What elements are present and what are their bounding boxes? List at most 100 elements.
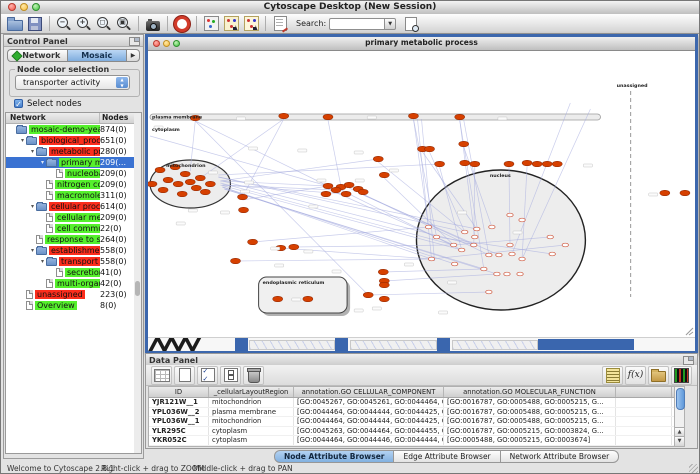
table-cell[interactable]: cytoplasm (209, 427, 294, 436)
table-cell[interactable]: mitochondrion (209, 446, 294, 447)
window-resize-grip[interactable] (689, 464, 698, 473)
table-cell[interactable]: YPL036W__2 (149, 408, 209, 417)
network-node[interactable] (542, 161, 552, 167)
tree-row[interactable]: ▾metabolic process280(0) (6, 146, 134, 157)
expand-arrow-icon[interactable]: ▾ (39, 258, 46, 265)
network-node[interactable] (363, 292, 373, 298)
network-node[interactable] (522, 160, 532, 166)
tab-overflow-button[interactable] (126, 49, 140, 62)
tree-header-network[interactable]: Network (6, 113, 100, 123)
table-cell[interactable]: [GO:0005488, GO:0005215, GO:0003674] (444, 436, 616, 445)
search-input[interactable] (329, 18, 385, 30)
network-node[interactable] (378, 269, 388, 275)
table-cell[interactable]: YLR295C (149, 427, 209, 436)
table-cell[interactable] (616, 398, 672, 407)
annotation-icon[interactable] (271, 15, 289, 33)
network-node[interactable] (459, 141, 469, 147)
column-header[interactable]: _cellularLayoutRegion (209, 387, 294, 397)
network-node[interactable] (435, 161, 445, 167)
table-cell[interactable]: YJR121W__1 (149, 398, 209, 407)
network-node[interactable] (323, 114, 333, 120)
table-cell[interactable]: YPL036W__1 (149, 417, 209, 426)
table-row[interactable]: YKR052Ccytoplasm[GO:0044464, GO:0044446,… (149, 436, 682, 446)
node-color-dropdown[interactable]: transporter activity (15, 75, 130, 90)
tree-row[interactable]: unassigned223(0) (6, 289, 134, 300)
table-cell[interactable] (616, 417, 672, 426)
network-node[interactable] (509, 252, 515, 256)
network-node[interactable] (472, 235, 478, 239)
view-zoom-button[interactable] (173, 40, 180, 47)
network-node[interactable] (248, 239, 258, 245)
network-node[interactable] (238, 207, 248, 213)
network-edge[interactable] (195, 121, 368, 295)
network-node[interactable] (341, 191, 351, 197)
network-node[interactable] (321, 191, 331, 197)
network-node[interactable] (379, 172, 389, 178)
table-cell[interactable]: [GO:0045267, GO:0045261, GO:0044464, G..… (294, 398, 444, 407)
network-node[interactable] (158, 187, 168, 193)
table-row[interactable]: YLR295Ccytoplasm[GO:0045263, GO:0044464,… (149, 427, 682, 437)
network-node[interactable] (450, 243, 456, 247)
tree-row[interactable]: ▾transport558(0) (6, 256, 134, 267)
network-node[interactable] (273, 296, 283, 302)
network-node[interactable] (279, 113, 289, 119)
table-cell[interactable]: cytoplasm (209, 436, 294, 445)
network-edge[interactable] (328, 120, 341, 187)
tree-row[interactable]: Overview8(0) (6, 300, 134, 311)
tree-scrollbar[interactable] (134, 112, 142, 454)
network-node[interactable] (532, 161, 542, 167)
tab-node-attribute-browser[interactable]: Node Attribute Browser (274, 450, 394, 463)
network-node[interactable] (191, 185, 201, 191)
vizmapper-icon[interactable] (202, 15, 220, 33)
table-cell[interactable]: [GO:0044464, GO:0044444, GO:0044425, G..… (294, 417, 444, 426)
tab-network-attribute-browser[interactable]: Network Attribute Browser (501, 450, 620, 463)
snapshot-icon[interactable] (144, 15, 162, 33)
network-node[interactable] (660, 190, 670, 196)
attribute-list-icon[interactable] (602, 366, 623, 385)
network-node[interactable] (331, 187, 341, 193)
network-node[interactable] (373, 156, 383, 162)
network-node[interactable] (379, 282, 389, 288)
network-node[interactable] (471, 243, 477, 247)
tree-row[interactable]: cellular metabo209(0) (6, 212, 134, 223)
table-cell[interactable]: YDR039C__1 (149, 446, 209, 447)
network-node[interactable] (344, 182, 354, 188)
import-attributes-icon[interactable] (648, 366, 669, 385)
table-cell[interactable]: [GO:0044464, GO:0044446, GO:0044444, G..… (294, 436, 444, 445)
network-node[interactable] (205, 181, 215, 187)
float-panel-icon[interactable] (683, 356, 694, 365)
network-node[interactable] (451, 262, 457, 266)
network-node[interactable] (552, 161, 562, 167)
minimize-button[interactable] (20, 3, 28, 11)
close-button[interactable] (8, 3, 16, 11)
table-cell[interactable] (616, 408, 672, 417)
network-node[interactable] (680, 190, 690, 196)
network-node[interactable] (455, 114, 465, 120)
network-node[interactable] (481, 267, 487, 271)
tree-row[interactable]: cell communicat22(0) (6, 223, 134, 234)
view-minimize-button[interactable] (163, 40, 170, 47)
zoom-selected-icon[interactable]: ▣ (115, 15, 133, 33)
network-node[interactable] (289, 244, 299, 250)
table-cell[interactable]: [GO:0045263, GO:0044464, GO:0044455, G..… (294, 427, 444, 436)
view-resize-grip[interactable] (686, 328, 693, 335)
tree-row[interactable]: multi-organism pro42(0) (6, 278, 134, 289)
select-all-attributes-icon[interactable] (197, 366, 218, 385)
search-advanced-icon[interactable] (402, 15, 420, 33)
tree-row[interactable]: ▾establishment of lo558(0) (6, 245, 134, 256)
network-node[interactable] (425, 146, 435, 152)
column-header[interactable]: annotation.GO MOLECULAR_FUNCTION (444, 387, 616, 397)
zoom-window-button[interactable] (32, 3, 40, 11)
zoom-fit-icon[interactable]: ◻ (95, 15, 113, 33)
table-cell[interactable]: YKR052C (149, 436, 209, 445)
network-node[interactable] (230, 258, 240, 264)
table-cell[interactable]: [GO:0016787, GO:0005488, GO:0005215, G..… (444, 398, 616, 407)
tree-row[interactable]: response to stimulu264(0) (6, 234, 134, 245)
network-node[interactable] (428, 257, 434, 261)
network-node[interactable] (433, 235, 439, 239)
network-node[interactable] (519, 218, 525, 222)
tree-row[interactable]: nucleobase-209(0) (6, 168, 134, 179)
tree-header-nodes[interactable]: Nodes (100, 113, 134, 123)
unselect-all-attributes-icon[interactable] (220, 366, 241, 385)
tree-row[interactable]: secretion41(0) (6, 267, 134, 278)
